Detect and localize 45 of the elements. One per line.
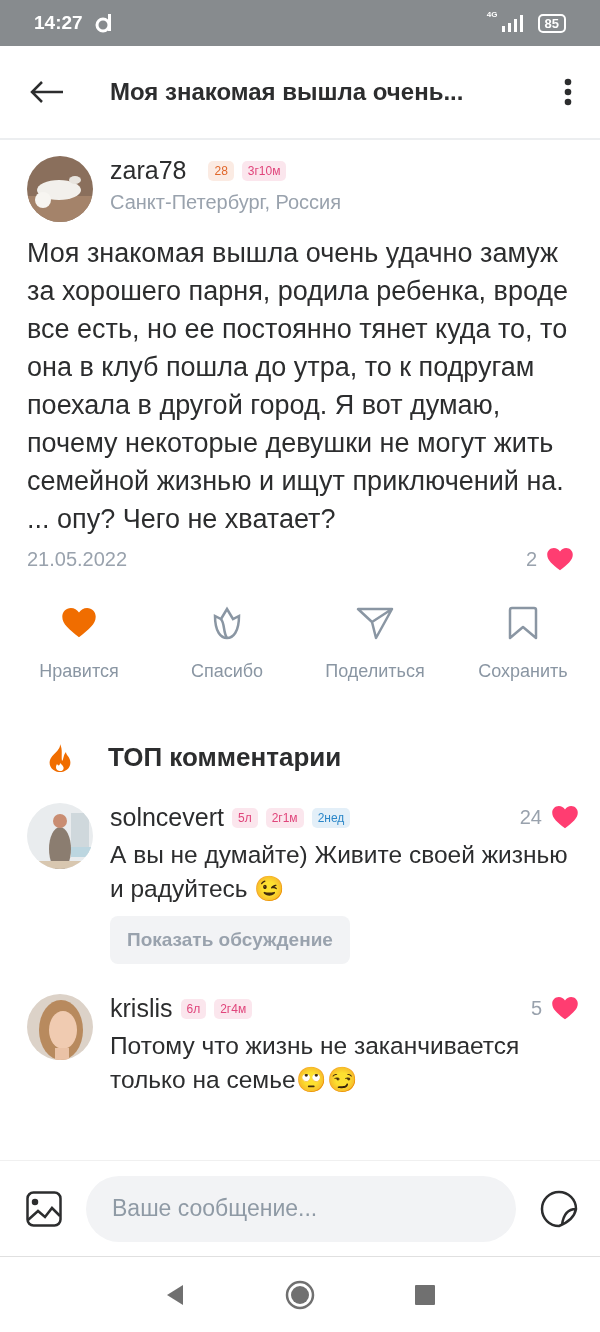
paper-plane-icon — [356, 606, 394, 640]
back-nav-icon[interactable] — [165, 1284, 185, 1306]
home-nav-icon[interactable] — [285, 1280, 315, 1310]
badge: 2г1м — [265, 807, 304, 828]
like-count: 24 — [519, 806, 542, 829]
author-name[interactable]: zara78 — [110, 156, 187, 185]
comment-author[interactable]: solncevert — [110, 803, 224, 832]
badge: 3г10м — [241, 160, 287, 181]
action-button[interactable]: Поделиться — [316, 605, 434, 682]
heart-icon — [62, 608, 96, 638]
comment-text: Потому что жизнь не заканчивается только на семье🙄😏 — [110, 1031, 521, 1095]
comment-text: А вы не думайте) Живите своей жизнью и радуйтесь 😉 — [110, 840, 569, 904]
notification-icon — [94, 13, 113, 33]
show-discussion-button[interactable]: Показать обсуждение — [110, 916, 350, 964]
action-button[interactable]: Сохранить — [464, 605, 582, 682]
image-icon[interactable] — [26, 1190, 62, 1227]
badge: 5л — [231, 807, 258, 828]
more-icon[interactable] — [564, 78, 572, 106]
badge: 2г4м — [214, 998, 253, 1019]
heart-icon — [552, 806, 578, 829]
like-count: 5 — [530, 997, 542, 1020]
author-location: Санкт-Петербург, Россия — [110, 191, 342, 214]
badge: 2нед — [311, 807, 351, 828]
page-title: Моя знакомая вышла очень... — [110, 78, 465, 106]
badge: 6л — [180, 998, 207, 1019]
sticker-icon[interactable] — [540, 1189, 578, 1228]
post-date: 21.05.2022 — [27, 548, 128, 571]
heart-icon — [547, 548, 573, 571]
signal-icon — [499, 14, 526, 32]
badge: 28 — [208, 160, 234, 181]
flame-icon — [48, 743, 72, 772]
status-time: 14:27 — [34, 12, 83, 34]
post-text: Моя знакомая вышла очень удачно замуж за хорошего парня, родила ребенка, вроде все есть, но ее постоянно тянет куда то, то она в клуб пошла до утра, то к подругам поехала в другой город. Я вот думаю, почему некоторые девушки не могут жить семейной жизнью и ищут приключений на. ... опу? Чего не хватает? — [26, 237, 570, 536]
message-field[interactable]: Ваше сообщение... — [86, 1175, 516, 1242]
comment-author[interactable]: krislis — [110, 994, 173, 1023]
tulip-icon — [211, 606, 243, 640]
battery-level: 85 — [537, 13, 566, 33]
like-count: 2 — [525, 548, 537, 571]
bookmark-icon — [507, 606, 539, 640]
back-icon[interactable] — [30, 80, 64, 104]
action-button[interactable]: Спасибо — [168, 605, 286, 682]
heart-icon — [552, 997, 578, 1020]
action-button[interactable]: Нравится — [20, 605, 138, 682]
section-title: ТОП комментарии — [108, 742, 342, 773]
network-label: 4G — [486, 10, 498, 19]
